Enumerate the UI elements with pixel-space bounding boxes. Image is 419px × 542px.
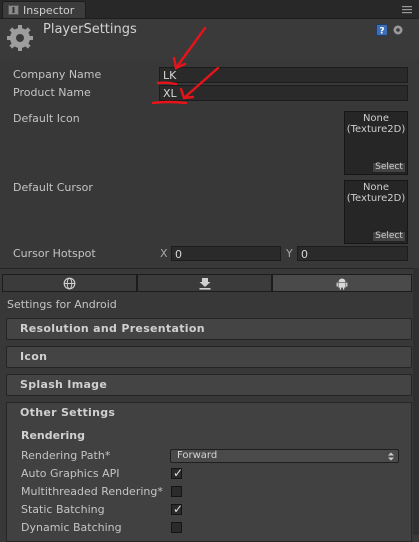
annotation-overlay xyxy=(151,26,220,105)
annotation-arrow-1 xyxy=(174,26,207,70)
annotation-arrow-2 xyxy=(182,66,220,100)
annotation-underline-1 xyxy=(156,81,178,86)
annotation-underline-2 xyxy=(151,100,188,105)
